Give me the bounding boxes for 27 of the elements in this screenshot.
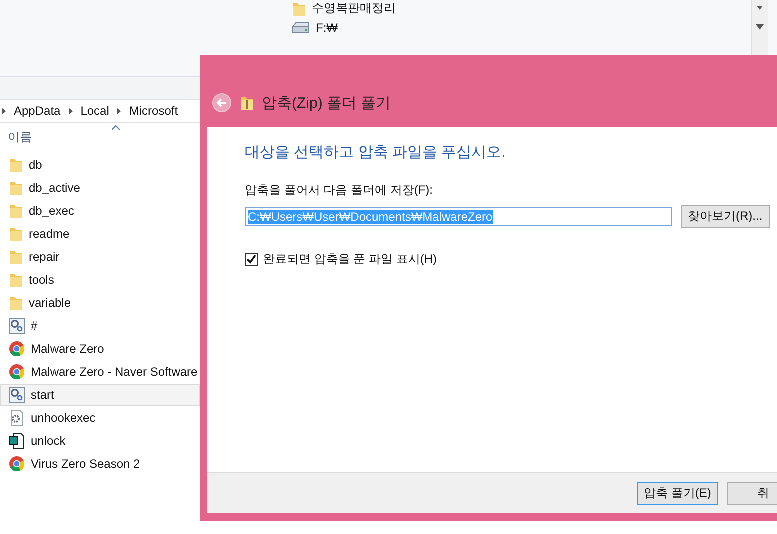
file-row[interactable]: Malware Zero bbox=[0, 338, 200, 360]
file-row[interactable]: db bbox=[0, 154, 200, 176]
breadcrumb-item[interactable]: Local bbox=[80, 104, 110, 118]
tree-item[interactable]: F:₩ bbox=[316, 20, 338, 34]
checkbox-label[interactable]: 완료되면 압축을 푼 파일 표시(H) bbox=[263, 251, 437, 268]
file-row[interactable]: variable bbox=[0, 292, 200, 314]
file-row[interactable]: readme bbox=[0, 223, 200, 245]
file-row[interactable]: tools bbox=[0, 269, 200, 291]
file-row[interactable]: unhookexec bbox=[0, 407, 200, 429]
file-row[interactable]: # bbox=[0, 315, 200, 337]
tree-item[interactable]: 수영복판매정리 bbox=[312, 0, 396, 17]
breadcrumb-item[interactable]: AppData bbox=[14, 104, 61, 118]
field-label: 압축을 풀어서 다음 폴더에 저장(F): bbox=[245, 182, 434, 199]
breadcrumb-item[interactable]: Microsoft bbox=[129, 104, 178, 118]
dialog-title: 압축(Zip) 폴더 풀기 bbox=[262, 94, 392, 112]
file-row[interactable]: db_active bbox=[0, 177, 200, 199]
file-row[interactable]: Virus Zero Season 2 bbox=[0, 453, 200, 475]
file-row[interactable]: db_exec bbox=[0, 200, 200, 222]
file-row[interactable]: repair bbox=[0, 246, 200, 268]
cancel-button[interactable]: 취 bbox=[727, 482, 777, 504]
file-row[interactable]: unlock bbox=[0, 430, 200, 452]
extract-button[interactable]: 압축 풀기(E) bbox=[637, 482, 718, 504]
file-row[interactable]: Malware Zero - Naver Software bbox=[0, 361, 200, 383]
browse-button[interactable]: 찾아보기(R)... bbox=[681, 205, 770, 228]
file-row[interactable]: start bbox=[0, 384, 200, 406]
instruction-heading: 대상을 선택하고 압축 파일을 푸십시오. bbox=[245, 143, 507, 162]
column-header[interactable]: 이름 bbox=[8, 128, 32, 146]
